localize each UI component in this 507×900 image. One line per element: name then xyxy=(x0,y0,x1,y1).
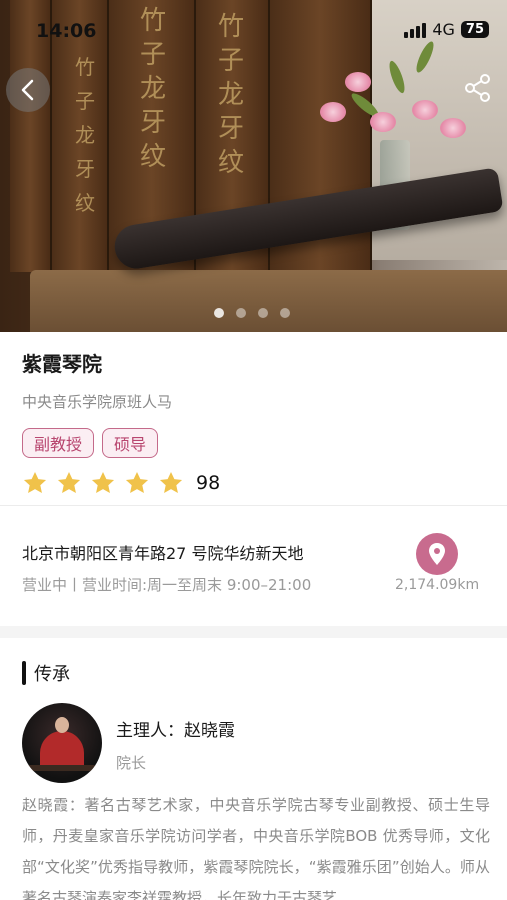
carousel-dot[interactable] xyxy=(258,308,268,318)
carousel-dots xyxy=(214,308,290,318)
page: 竹子龙牙纹 竹子龙牙纹 竹子龙牙纹 14:06 4G 75 紫霞琴院 中央音乐学… xyxy=(0,0,507,900)
avatar[interactable] xyxy=(22,703,102,783)
tag-list: 副教授 硕导 xyxy=(22,428,492,458)
status-time: 14:06 xyxy=(36,20,97,42)
star-icon xyxy=(23,471,47,493)
section-heading: 传承 xyxy=(22,660,70,686)
business-hours: 营业中丨营业时间:周一至周末 9:00–21:00 xyxy=(22,576,312,594)
owner-name: 主理人：赵晓霞 xyxy=(116,721,235,741)
share-icon xyxy=(465,74,490,102)
lily-flower xyxy=(320,102,346,122)
table xyxy=(30,270,507,332)
carousel-dot[interactable] xyxy=(236,308,246,318)
status-bar: 14:06 4G 75 xyxy=(0,0,507,60)
lily-flower xyxy=(412,100,438,120)
tag: 副教授 xyxy=(22,428,95,458)
shop-info: 紫霞琴院 中央音乐学院原班人马 副教授 硕导 98 xyxy=(22,348,492,496)
share-button[interactable] xyxy=(460,70,496,106)
avatar-head xyxy=(55,717,69,733)
chevron-left-icon xyxy=(21,79,34,101)
carousel-dot[interactable] xyxy=(214,308,224,318)
address-text[interactable]: 北京市朝阳区青年路27 号院华纺新天地 xyxy=(22,540,303,564)
rating: 98 xyxy=(22,470,492,496)
location-pin-icon xyxy=(429,543,445,565)
rating-score: 98 xyxy=(196,472,221,494)
status-indicators: 4G 75 xyxy=(404,20,489,39)
back-button[interactable] xyxy=(6,68,50,112)
carousel-dot[interactable] xyxy=(280,308,290,318)
calligraphy-text: 竹子龙牙纹 xyxy=(75,55,95,215)
signal-icon xyxy=(404,22,427,38)
battery-icon: 75 xyxy=(460,21,489,38)
location-button[interactable] xyxy=(416,533,458,575)
star-icon xyxy=(57,471,81,493)
distance-label: 2,174.09km xyxy=(395,577,480,593)
owner-role: 院长 xyxy=(116,754,147,772)
tag: 硕导 xyxy=(102,428,159,458)
shop-subtitle: 中央音乐学院原班人马 xyxy=(22,393,173,411)
star-icon xyxy=(91,471,115,493)
section-divider xyxy=(0,626,507,638)
shop-name: 紫霞琴院 xyxy=(22,352,102,376)
lily-flower xyxy=(370,112,396,132)
section-title: 传承 xyxy=(34,664,70,685)
avatar-instrument xyxy=(28,765,96,771)
divider xyxy=(0,505,507,506)
star-icon xyxy=(159,471,183,493)
owner-bio: 赵晓霞：著名古琴艺术家，中央音乐学院古琴专业副教授、硕士生导师，丹麦皇家音乐学院… xyxy=(22,796,490,900)
lily-flower xyxy=(345,72,371,92)
section-marker xyxy=(22,661,26,685)
star-icon xyxy=(125,471,149,493)
lily-flower xyxy=(440,118,466,138)
network-label: 4G xyxy=(432,20,455,39)
